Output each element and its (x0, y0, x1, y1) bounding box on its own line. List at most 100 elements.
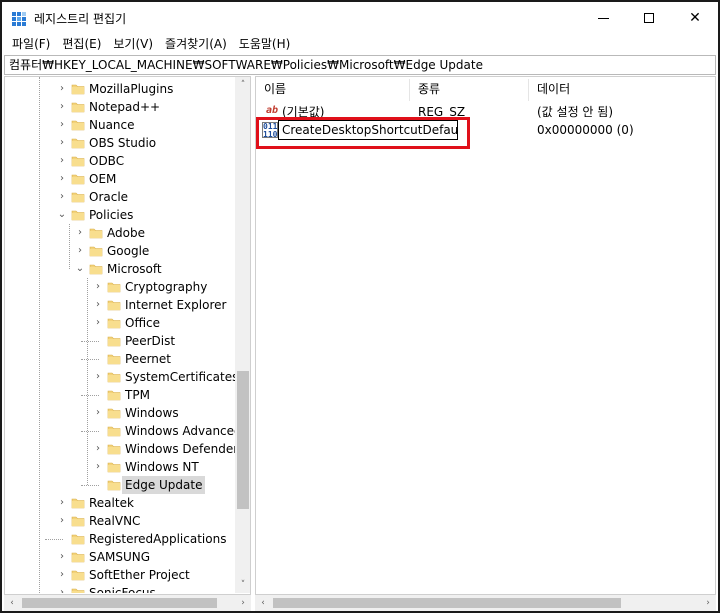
tree-item[interactable]: Peernet (5, 350, 235, 368)
folder-icon (71, 210, 85, 221)
menu-favorites[interactable]: 즐겨찾기(A) (159, 34, 233, 54)
folder-icon (71, 498, 85, 509)
expand-chevron-icon[interactable]: › (57, 587, 67, 593)
tree-item[interactable]: › SonicFocus (5, 584, 235, 593)
tree-item[interactable]: Edge Update (5, 476, 235, 494)
expand-chevron-icon[interactable]: › (57, 173, 67, 185)
tree-item[interactable]: TPM (5, 386, 235, 404)
tree-item-label: Notepad++ (89, 100, 161, 114)
tree-item-label: ODBC (89, 154, 125, 168)
tree-item[interactable]: › Cryptography (5, 278, 235, 296)
tree-item-label: Oracle (89, 190, 129, 204)
expand-chevron-icon[interactable]: › (57, 569, 67, 581)
expand-chevron-icon[interactable]: › (93, 299, 103, 311)
tree-horizontal-scrollbar[interactable]: ‹ › (4, 595, 251, 611)
folder-icon (107, 336, 121, 347)
expand-chevron-icon[interactable]: › (93, 461, 103, 473)
folder-icon (71, 588, 85, 593)
tree-hscroll-thumb[interactable] (22, 598, 217, 608)
tree-item-label: RealVNC (89, 514, 141, 528)
tree-item[interactable]: › SAMSUNG (5, 548, 235, 566)
tree-item[interactable]: › ODBC (5, 152, 235, 170)
tree-item[interactable]: Windows Advanced (5, 422, 235, 440)
tree-item[interactable]: › Google (5, 242, 235, 260)
expand-chevron-icon[interactable]: › (93, 317, 103, 329)
tree-item-label: Windows Defender (125, 442, 235, 456)
tree-item[interactable]: › SystemCertificates (5, 368, 235, 386)
expand-chevron-icon[interactable]: › (75, 227, 85, 239)
expand-chevron-icon[interactable]: › (57, 137, 67, 149)
expand-chevron-icon[interactable]: › (57, 83, 67, 95)
expand-chevron-icon[interactable]: › (57, 191, 67, 203)
tree-item[interactable]: › Internet Explorer (5, 296, 235, 314)
scroll-right-icon[interactable]: › (235, 595, 251, 611)
tree-item-label: Edge Update (122, 476, 206, 494)
scroll-up-icon[interactable]: ˄ (235, 77, 250, 93)
expand-chevron-icon[interactable]: › (57, 155, 67, 167)
scroll-down-icon[interactable]: ˅ (235, 577, 250, 593)
expand-chevron-icon[interactable]: › (57, 515, 67, 527)
expand-chevron-icon[interactable]: › (93, 371, 103, 383)
value-list-pane: 이름 종류 데이터 ab (기본값) REG_SZ (값 설정 안 됨) WOR… (255, 76, 716, 595)
list-hscroll-thumb[interactable] (273, 598, 621, 608)
tree-item[interactable]: › Nuance (5, 116, 235, 134)
column-data-header[interactable]: 데이터 (529, 77, 715, 101)
expand-chevron-icon[interactable]: › (57, 551, 67, 563)
menu-edit[interactable]: 편집(E) (56, 34, 107, 54)
tree-leaf-connector (93, 479, 103, 491)
address-bar[interactable]: 컴퓨터₩HKEY_LOCAL_MACHINE₩SOFTWARE₩Policies… (4, 55, 716, 75)
collapse-chevron-icon[interactable]: ⌄ (75, 263, 85, 275)
folder-icon (71, 534, 85, 545)
column-type-header[interactable]: 종류 (410, 77, 528, 101)
maximize-button[interactable] (626, 2, 672, 34)
column-name-header[interactable]: 이름 (256, 77, 409, 101)
tree-item[interactable]: › Office (5, 314, 235, 332)
tree-item-label: SystemCertificates (125, 370, 235, 384)
folder-icon (71, 516, 85, 527)
tree-rows: › MozillaPlugins › Notepad++ › Nuance › OBS Stu… (5, 77, 235, 593)
expand-chevron-icon[interactable]: › (75, 245, 85, 257)
menu-help[interactable]: 도움말(H) (233, 34, 297, 54)
tree-item-label: Nuance (89, 118, 135, 132)
tree-item[interactable]: › Realtek (5, 494, 235, 512)
tree-item[interactable]: › MozillaPlugins (5, 80, 235, 98)
tree-item[interactable]: › OEM (5, 170, 235, 188)
list-horizontal-scrollbar[interactable]: ‹ › (255, 595, 716, 611)
expand-chevron-icon[interactable]: › (57, 101, 67, 113)
folder-icon (71, 102, 85, 113)
tree-item[interactable]: › Oracle (5, 188, 235, 206)
tree-item[interactable]: › Windows NT (5, 458, 235, 476)
tree-item[interactable]: › Notepad++ (5, 98, 235, 116)
tree-vertical-scrollbar[interactable]: ˄ ˅ (235, 77, 250, 593)
collapse-chevron-icon[interactable]: ⌄ (57, 209, 67, 221)
expand-chevron-icon[interactable]: › (93, 443, 103, 455)
expand-chevron-icon[interactable]: › (93, 281, 103, 293)
tree-item[interactable]: › Windows Defender (5, 440, 235, 458)
tree-item[interactable]: ⌄ Policies (5, 206, 235, 224)
tree-scroll-thumb[interactable] (237, 371, 249, 509)
tree-item[interactable]: › RealVNC (5, 512, 235, 530)
scroll-right-icon[interactable]: › (700, 595, 716, 611)
tree-item[interactable]: › Adobe (5, 224, 235, 242)
tree-item[interactable]: › SoftEther Project (5, 566, 235, 584)
expand-chevron-icon[interactable]: › (57, 497, 67, 509)
tree-item-label: OBS Studio (89, 136, 157, 150)
value-data: 0x00000000 (0) (537, 123, 634, 137)
tree-item[interactable]: › OBS Studio (5, 134, 235, 152)
folder-icon (107, 390, 121, 401)
scroll-left-icon[interactable]: ‹ (4, 595, 20, 611)
scroll-left-icon[interactable]: ‹ (255, 595, 271, 611)
close-button[interactable]: ✕ (672, 2, 718, 34)
folder-icon (107, 354, 121, 365)
tree-item[interactable]: RegisteredApplications (5, 530, 235, 548)
folder-icon (107, 318, 121, 329)
tree-item[interactable]: ⌄ Microsoft (5, 260, 235, 278)
minimize-button[interactable] (580, 2, 626, 34)
expand-chevron-icon[interactable]: › (57, 119, 67, 131)
tree-item[interactable]: › Windows (5, 404, 235, 422)
menu-view[interactable]: 보기(V) (107, 34, 159, 54)
tree-item[interactable]: PeerDist (5, 332, 235, 350)
expand-chevron-icon[interactable]: › (93, 407, 103, 419)
menu-file[interactable]: 파일(F) (6, 34, 56, 54)
tree-item-label: Windows Advanced (125, 424, 235, 438)
